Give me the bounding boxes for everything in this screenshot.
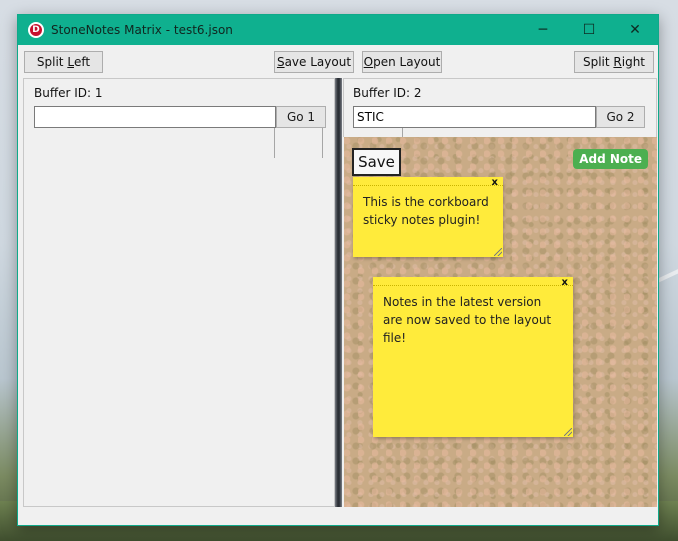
- note-text[interactable]: This is the corkboard sticky notes plugi…: [363, 193, 493, 229]
- minimize-button[interactable]: ─: [520, 15, 566, 45]
- app-logo-icon: D: [28, 22, 44, 38]
- right-buffer-input[interactable]: [353, 106, 596, 128]
- right-buffer-label: Buffer ID: 2: [353, 86, 422, 100]
- note-close-button[interactable]: x: [492, 177, 498, 188]
- open-layout-label-post: pen Layout: [373, 55, 441, 69]
- note-drag-handle[interactable]: [373, 277, 573, 286]
- note-resize-grip-icon[interactable]: [564, 428, 572, 436]
- corkboard-save-button[interactable]: Save: [352, 148, 401, 176]
- note-close-button[interactable]: x: [562, 277, 568, 288]
- maximize-icon: ☐: [582, 22, 596, 38]
- left-buffer-pane: Buffer ID: 1 Go 1: [23, 78, 335, 507]
- go-2-button[interactable]: Go 2: [596, 106, 645, 128]
- go-1-button[interactable]: Go 1: [276, 106, 326, 128]
- open-layout-button[interactable]: Open Layout: [362, 51, 442, 73]
- left-buffer-input[interactable]: [34, 106, 276, 128]
- left-column-divider: [274, 128, 275, 158]
- right-buffer-pane: Buffer ID: 2 Go 2: [343, 78, 657, 138]
- open-layout-label-key: O: [363, 55, 374, 69]
- maximize-button[interactable]: ☐: [566, 15, 612, 45]
- split-right-label-post: ight: [621, 55, 646, 69]
- corkboard[interactable]: Save Add Note x This is the corkboard st…: [344, 137, 657, 507]
- split-left-button[interactable]: Split Left: [24, 51, 103, 73]
- close-icon: ✕: [629, 22, 641, 38]
- save-layout-label-key: S: [276, 55, 285, 69]
- left-column-divider-2: [322, 128, 323, 158]
- minimize-icon: ─: [538, 22, 548, 38]
- split-left-label-post: eft: [74, 55, 91, 69]
- split-left-label-pre: Split: [36, 55, 68, 69]
- app-window: D StoneNotes Matrix - test6.json ─ ☐ ✕ S…: [17, 14, 659, 526]
- save-layout-button[interactable]: Save Layout: [274, 51, 354, 73]
- note-drag-handle[interactable]: [353, 177, 503, 186]
- title-bar[interactable]: D StoneNotes Matrix - test6.json ─ ☐ ✕: [18, 15, 658, 45]
- close-button[interactable]: ✕: [612, 15, 658, 45]
- sticky-note[interactable]: x Notes in the latest version are now sa…: [373, 277, 573, 437]
- add-note-button[interactable]: Add Note: [573, 149, 648, 169]
- left-buffer-label: Buffer ID: 1: [34, 86, 103, 100]
- sticky-note[interactable]: x This is the corkboard sticky notes plu…: [353, 177, 503, 257]
- note-resize-grip-icon[interactable]: [494, 248, 502, 256]
- split-right-button[interactable]: Split Right: [574, 51, 654, 73]
- pane-splitter[interactable]: [335, 78, 342, 507]
- window-title: StoneNotes Matrix - test6.json: [51, 23, 233, 37]
- split-left-label-key: L: [67, 55, 74, 69]
- window-controls: ─ ☐ ✕: [520, 15, 658, 45]
- note-text[interactable]: Notes in the latest version are now save…: [383, 293, 563, 347]
- split-right-label-key: R: [613, 55, 622, 69]
- split-right-label-pre: Split: [582, 55, 614, 69]
- save-layout-label-post: ave Layout: [284, 55, 352, 69]
